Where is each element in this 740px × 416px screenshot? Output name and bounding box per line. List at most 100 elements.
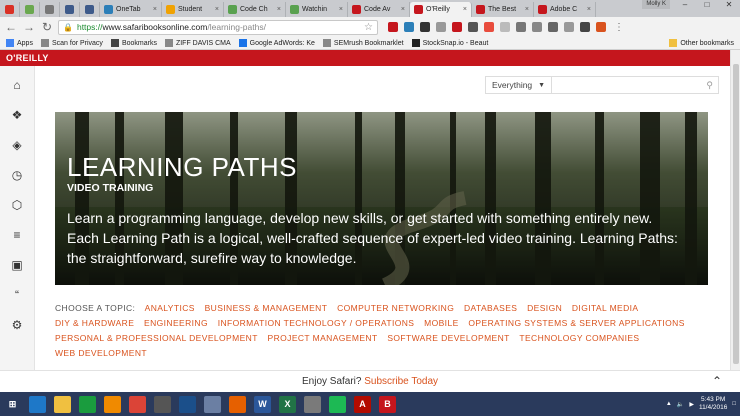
b-app-icon[interactable]: B <box>379 395 396 413</box>
firefox-icon[interactable] <box>229 395 246 413</box>
file-explorer-icon[interactable] <box>54 395 71 413</box>
ie-icon[interactable] <box>29 395 46 413</box>
action-center-icon[interactable]: □ <box>732 401 736 407</box>
topic-link[interactable]: BUSINESS & MANAGEMENT <box>205 303 328 313</box>
topic-link[interactable]: PROJECT MANAGEMENT <box>268 333 378 343</box>
volume-icon[interactable]: 🔈 <box>677 401 684 408</box>
extension-icon[interactable] <box>580 22 590 32</box>
topic-link[interactable]: PERSONAL & PROFESSIONAL DEVELOPMENT <box>55 333 258 343</box>
close-tab-icon[interactable]: × <box>525 6 529 13</box>
bookmark-item[interactable]: Apps <box>6 39 33 47</box>
extension-icon[interactable] <box>596 22 606 32</box>
close-tab-icon[interactable]: × <box>587 6 591 13</box>
browser-tab[interactable]: The Best × <box>472 2 534 17</box>
hexagon-icon[interactable]: ⬡ <box>10 198 24 212</box>
playlist-icon[interactable]: ≡ <box>10 228 24 242</box>
pinned-tab[interactable] <box>60 2 80 17</box>
page-scrollbar[interactable] <box>730 50 740 370</box>
address-bar[interactable]: 🔒 https://www.safaribooksonline.com/lear… <box>58 19 378 35</box>
network-icon[interactable]: ▶ <box>689 401 694 408</box>
bookmark-item[interactable]: Scan for Privacy <box>40 39 103 47</box>
home-app-icon[interactable] <box>204 395 221 413</box>
layers-icon[interactable]: ◈ <box>10 138 24 152</box>
boxes-icon[interactable]: ▣ <box>10 258 24 272</box>
other-bookmarks[interactable]: Other bookmarks <box>669 39 734 47</box>
extension-icon[interactable] <box>564 22 574 32</box>
close-tab-icon[interactable]: × <box>215 6 219 13</box>
topic-link[interactable]: DESIGN <box>527 303 562 313</box>
topic-link[interactable]: DIGITAL MEDIA <box>572 303 639 313</box>
spotify-icon[interactable] <box>329 395 346 413</box>
pinned-tab[interactable] <box>80 2 100 17</box>
extension-icon[interactable] <box>500 22 510 32</box>
acrobat-icon[interactable]: A <box>354 395 371 413</box>
chrome-icon[interactable] <box>129 395 146 413</box>
pinned-tab[interactable] <box>20 2 40 17</box>
extension-icon[interactable] <box>516 22 526 32</box>
extension-icon[interactable] <box>468 22 478 32</box>
notification-icon[interactable]: ▲ <box>666 401 672 407</box>
extension-icon[interactable] <box>484 22 494 32</box>
close-window-icon[interactable]: ✕ <box>718 0 740 10</box>
topics-icon[interactable]: ❖ <box>10 108 24 122</box>
topic-link[interactable]: ANALYTICS <box>145 303 195 313</box>
maximize-icon[interactable]: □ <box>696 0 718 10</box>
close-tab-icon[interactable]: × <box>339 6 343 13</box>
back-icon[interactable]: ← <box>4 20 18 34</box>
browser-tab[interactable]: Watchin × <box>286 2 348 17</box>
profile-button[interactable]: Molly K <box>642 0 670 9</box>
extension-icon[interactable] <box>436 22 446 32</box>
settings-icon[interactable]: ⚙ <box>10 318 24 332</box>
extension-icon[interactable] <box>388 22 398 32</box>
minimize-icon[interactable]: – <box>674 0 696 10</box>
topic-link[interactable]: TECHNOLOGY COMPANIES <box>519 333 639 343</box>
bookmark-item[interactable]: Google AdWords: Ke <box>238 39 315 47</box>
extension-icon[interactable] <box>452 22 462 32</box>
amazon-icon[interactable] <box>179 395 196 413</box>
topic-link[interactable]: WEB DEVELOPMENT <box>55 348 147 358</box>
menu-icon[interactable]: ⋮ <box>612 22 626 33</box>
topic-link[interactable]: COMPUTER NETWORKING <box>337 303 454 313</box>
topic-link[interactable]: INFORMATION TECHNOLOGY / OPERATIONS <box>218 318 415 328</box>
clock[interactable]: 5:43 PM 11/4/2016 <box>699 396 727 412</box>
browser-tab[interactable]: Code Ch × <box>224 2 286 17</box>
extension-icon[interactable] <box>404 22 414 32</box>
bookmark-star-icon[interactable]: ☆ <box>364 22 373 33</box>
paint-icon[interactable] <box>304 395 321 413</box>
topic-link[interactable]: OPERATING SYSTEMS & SERVER APPLICATIONS <box>468 318 684 328</box>
topic-link[interactable]: MOBILE <box>424 318 459 328</box>
topic-link[interactable]: SOFTWARE DEVELOPMENT <box>387 333 509 343</box>
topic-link[interactable]: ENGINEERING <box>144 318 208 328</box>
browser-tab[interactable]: Code Av × <box>348 2 410 17</box>
subscribe-link[interactable]: Subscribe Today <box>364 376 438 387</box>
pinned-tab[interactable] <box>40 2 60 17</box>
extension-icon[interactable] <box>548 22 558 32</box>
reload-icon[interactable]: ↻ <box>40 20 54 34</box>
store-icon[interactable] <box>79 395 96 413</box>
close-tab-icon[interactable]: × <box>277 6 281 13</box>
close-tab-icon[interactable]: × <box>153 6 157 13</box>
excel-icon[interactable]: X <box>279 395 296 413</box>
chevron-up-icon[interactable]: ⌃ <box>712 371 722 392</box>
browser-tab[interactable]: Student × <box>162 2 224 17</box>
browser-tab[interactable]: OneTab × <box>100 2 162 17</box>
history-icon[interactable]: ◷ <box>10 168 24 182</box>
pinned-tab[interactable] <box>0 2 20 17</box>
word-icon[interactable]: W <box>254 395 271 413</box>
bookmark-item[interactable]: ZIFF DAVIS CMA <box>164 39 231 47</box>
close-tab-icon[interactable]: × <box>463 6 467 13</box>
topic-link[interactable]: DATABASES <box>464 303 517 313</box>
home-icon[interactable]: ⌂ <box>10 78 24 92</box>
bookmark-item[interactable]: Bookmarks <box>110 39 157 47</box>
bookmark-item[interactable]: SEMrush Bookmarklet <box>322 39 404 47</box>
forward-icon[interactable]: → <box>22 20 36 34</box>
search-icon[interactable]: ⚲ <box>706 80 713 91</box>
browser-tab[interactable]: O'Reilly × <box>410 2 472 17</box>
quote-icon[interactable]: “ <box>10 288 24 302</box>
extension-icon[interactable] <box>420 22 430 32</box>
browser-tab[interactable]: Adobe C × <box>534 2 596 17</box>
windows-start-icon[interactable]: ⊞ <box>4 395 21 413</box>
close-tab-icon[interactable]: × <box>401 6 405 13</box>
topic-link[interactable]: DIY & HARDWARE <box>55 318 134 328</box>
search-scope-select[interactable]: Everything ▼ <box>486 77 552 93</box>
